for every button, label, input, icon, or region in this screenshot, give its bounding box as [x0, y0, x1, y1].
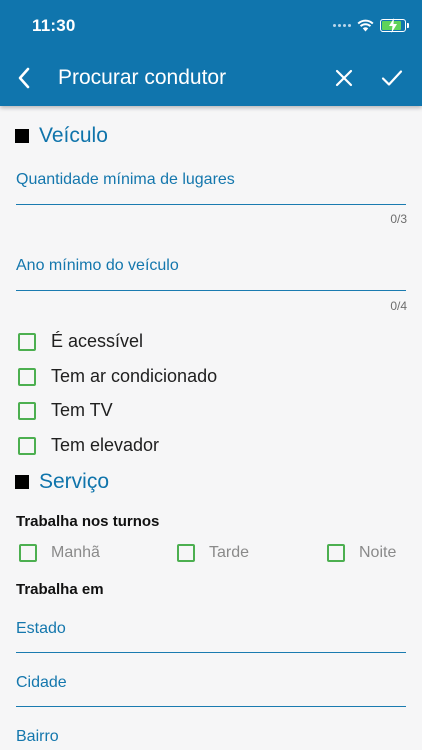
confirm-button[interactable]: [380, 66, 404, 90]
state-underline: [16, 652, 406, 653]
city-label: Cidade: [16, 674, 67, 691]
back-button[interactable]: [12, 64, 36, 92]
district-field[interactable]: Bairro: [16, 727, 406, 749]
cellular-signal-icon: [333, 23, 351, 27]
page-title: Procurar condutor: [58, 66, 227, 89]
shift-morning[interactable]: Manhã: [19, 544, 100, 562]
air-conditioning-label: Tem ar condicionado: [51, 366, 218, 386]
min-seats-underline: [16, 204, 406, 205]
morning-label: Manhã: [51, 544, 100, 561]
charging-bolt-icon: [389, 17, 397, 33]
min-seats-field[interactable]: Quantidade mínima de lugares: [16, 170, 406, 206]
min-seats-label: Quantidade mínima de lugares: [16, 171, 235, 188]
clear-button[interactable]: [332, 66, 356, 90]
option-tv[interactable]: Tem TV: [18, 400, 113, 421]
city-underline: [16, 706, 406, 707]
option-elevator[interactable]: Tem elevador: [18, 435, 159, 456]
section-square-icon: [15, 129, 29, 143]
elevator-label: Tem elevador: [51, 435, 160, 455]
min-year-label: Ano mínimo do veículo: [16, 257, 179, 274]
works-in-heading: Trabalha em: [16, 581, 104, 598]
elevator-checkbox[interactable]: [18, 436, 36, 455]
check-icon: [381, 70, 403, 86]
tv-label: Tem TV: [51, 400, 113, 420]
status-icons: [333, 16, 409, 34]
min-year-underline: [16, 290, 406, 291]
afternoon-checkbox[interactable]: [177, 544, 195, 562]
state-field[interactable]: Estado: [16, 619, 406, 654]
air-conditioning-checkbox[interactable]: [18, 367, 36, 386]
service-section-header: Serviço: [15, 470, 109, 494]
accessible-label: É acessível: [51, 331, 144, 351]
state-label: Estado: [16, 620, 66, 637]
option-air-conditioning[interactable]: Tem ar condicionado: [18, 366, 217, 387]
min-year-counter: 0/4: [390, 299, 407, 313]
min-year-field[interactable]: Ano mínimo do veículo: [16, 256, 406, 292]
section-square-icon: [15, 475, 29, 489]
tv-checkbox[interactable]: [18, 401, 36, 420]
city-field[interactable]: Cidade: [16, 673, 406, 708]
shift-night[interactable]: Noite: [327, 544, 396, 562]
option-accessible[interactable]: É acessível: [18, 331, 143, 352]
shifts-heading: Trabalha nos turnos: [16, 513, 160, 530]
service-section-title: Serviço: [39, 470, 110, 493]
district-label: Bairro: [16, 728, 59, 745]
vehicle-section-title: Veículo: [39, 124, 108, 147]
night-label: Noite: [359, 544, 397, 561]
accessible-checkbox[interactable]: [18, 332, 36, 351]
chevron-left-icon: [18, 67, 30, 89]
vehicle-section-header: Veículo: [15, 124, 108, 148]
shift-afternoon[interactable]: Tarde: [177, 544, 249, 562]
afternoon-label: Tarde: [209, 544, 250, 561]
night-checkbox[interactable]: [327, 544, 345, 562]
app-header: 11:30 Procurar condutor: [0, 0, 422, 106]
status-time: 11:30: [32, 16, 76, 35]
min-seats-counter: 0/3: [390, 212, 407, 226]
close-icon: [335, 69, 353, 87]
wifi-icon: [357, 19, 374, 31]
battery-icon: [380, 17, 409, 33]
morning-checkbox[interactable]: [19, 544, 37, 562]
